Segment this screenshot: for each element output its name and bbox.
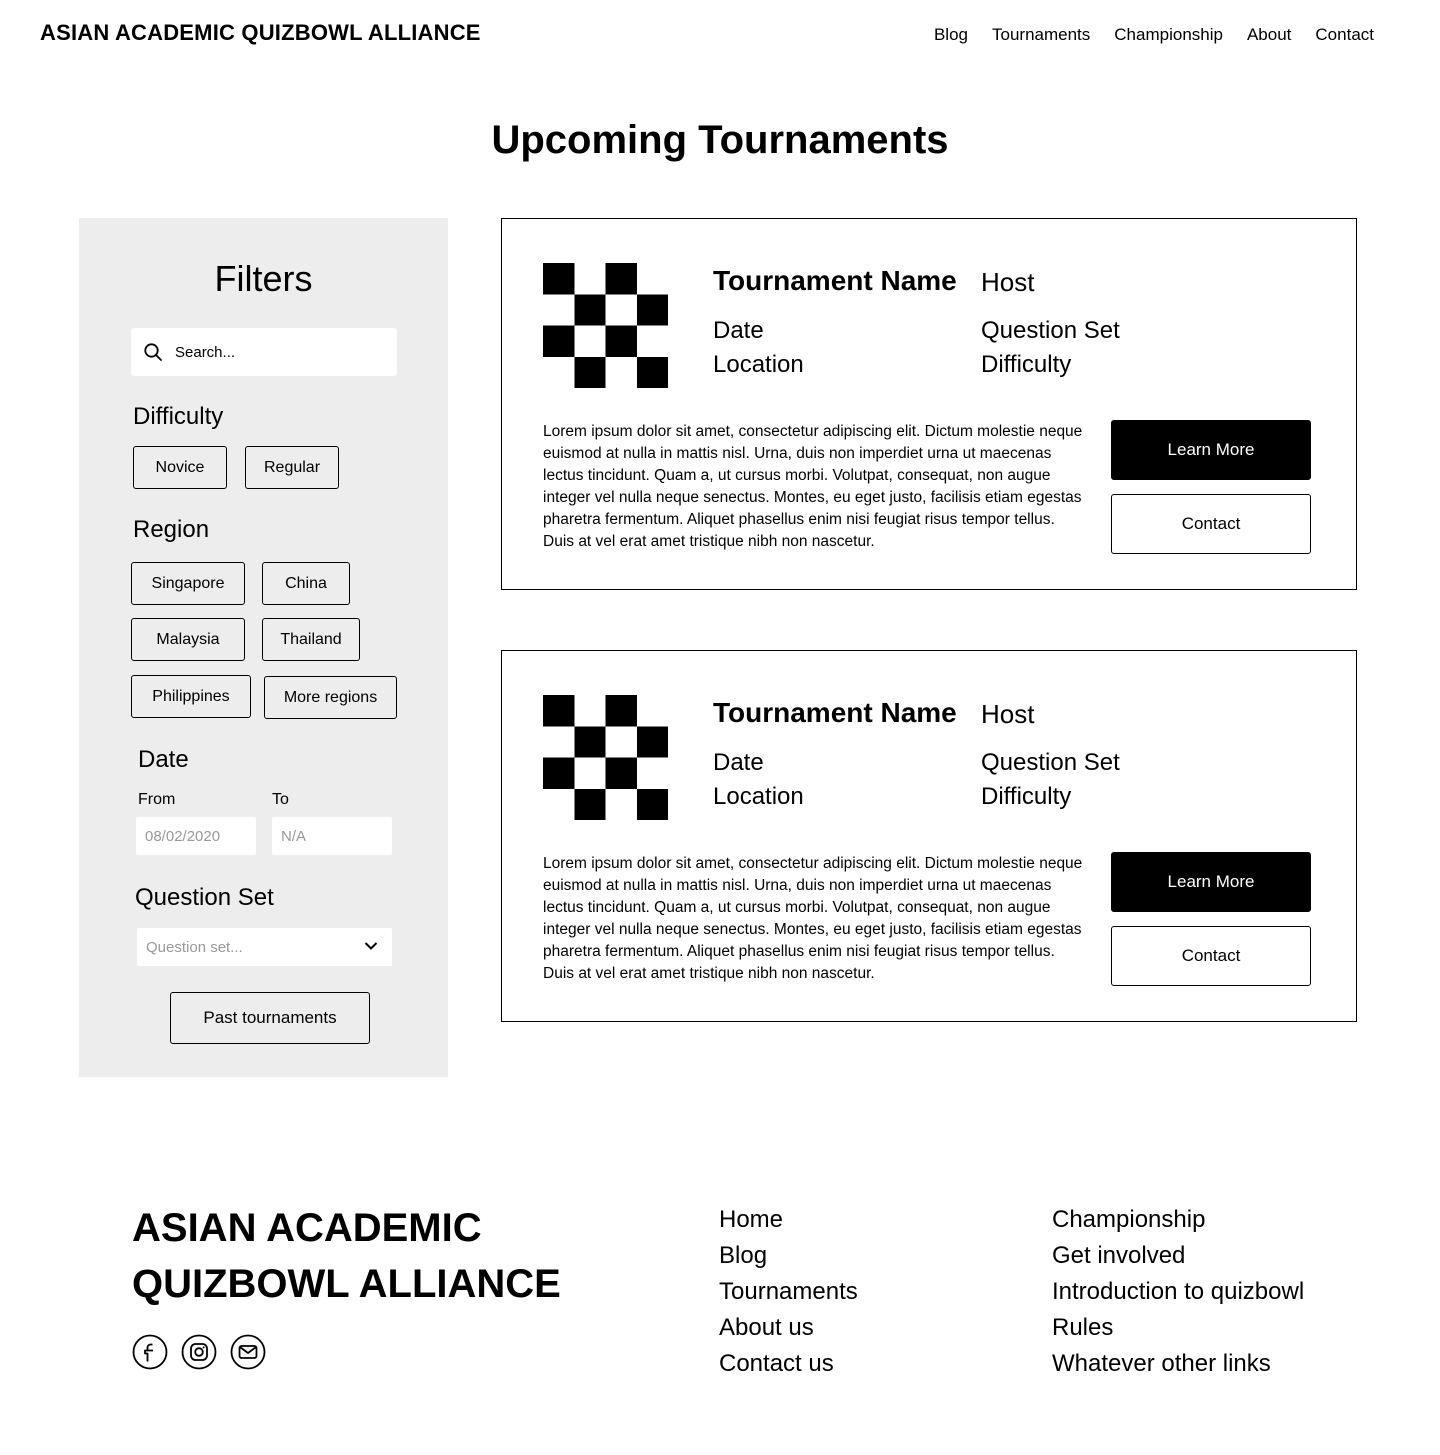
date-label: Date — [138, 746, 189, 773]
tournament-description: Lorem ipsum dolor sit amet, consectetur … — [543, 855, 1083, 982]
top-nav: Blog Tournaments Championship About Cont… — [934, 25, 1374, 45]
social-links — [132, 1334, 266, 1370]
nav-championship[interactable]: Championship — [1114, 25, 1223, 45]
tournament-question-set: Question Set — [981, 749, 1120, 776]
question-set-label: Question Set — [135, 884, 274, 911]
nav-contact[interactable]: Contact — [1315, 25, 1374, 45]
nav-tournaments[interactable]: Tournaments — [992, 25, 1090, 45]
tournament-logo-checker-icon — [543, 263, 668, 388]
facebook-icon[interactable] — [132, 1334, 168, 1370]
footer-link-tournaments[interactable]: Tournaments — [719, 1274, 858, 1310]
date-to-input[interactable] — [272, 817, 392, 855]
instagram-icon[interactable] — [181, 1334, 217, 1370]
tournament-name: Tournament Name — [713, 265, 957, 296]
footer-link-blog[interactable]: Blog — [719, 1238, 858, 1274]
chip-singapore[interactable]: Singapore — [131, 562, 245, 605]
tournament-card: Tournament Name Host Date Location Quest… — [501, 218, 1357, 590]
difficulty-label: Difficulty — [133, 403, 224, 430]
tournament-date: Date — [713, 749, 764, 776]
filters-title: Filters — [214, 258, 313, 299]
nav-blog[interactable]: Blog — [934, 25, 968, 45]
chip-regular[interactable]: Regular — [245, 446, 339, 489]
date-to-label: To — [272, 791, 289, 808]
contact-button[interactable]: Contact — [1111, 494, 1311, 554]
learn-more-button[interactable]: Learn More — [1111, 852, 1311, 912]
footer-link-other[interactable]: Whatever other links — [1052, 1346, 1304, 1382]
question-set-select[interactable]: Question set... — [137, 928, 392, 966]
chevron-down-icon — [364, 942, 378, 950]
search-icon — [144, 343, 162, 361]
tournament-host: Host — [981, 699, 1035, 729]
footer-link-contact[interactable]: Contact us — [719, 1346, 858, 1382]
tournament-question-set: Question Set — [981, 317, 1120, 344]
tournament-card: Tournament Name Host Date Location Quest… — [501, 650, 1357, 1022]
tournament-difficulty: Difficulty — [981, 351, 1072, 378]
chip-philippines[interactable]: Philippines — [131, 675, 251, 718]
footer-link-championship[interactable]: Championship — [1052, 1202, 1304, 1238]
contact-button[interactable]: Contact — [1111, 926, 1311, 986]
footer-links-primary: Home Blog Tournaments About us Contact u… — [719, 1202, 858, 1382]
chip-more-regions[interactable]: More regions — [264, 676, 397, 719]
learn-more-button[interactable]: Learn More — [1111, 420, 1311, 480]
tournament-location: Location — [713, 783, 804, 810]
tournament-host: Host — [981, 267, 1035, 297]
chip-china[interactable]: China — [262, 562, 350, 605]
tournament-date: Date — [713, 317, 764, 344]
footer-link-intro-quizbowl[interactable]: Introduction to quizbowl — [1052, 1274, 1304, 1310]
tournament-location: Location — [713, 351, 804, 378]
date-from-input[interactable] — [136, 817, 256, 855]
search-input[interactable] — [175, 343, 375, 361]
tournament-description: Lorem ipsum dolor sit amet, consectetur … — [543, 423, 1083, 550]
region-label: Region — [133, 516, 210, 543]
footer-title: ASIAN ACADEMIC QUIZBOWL ALLIANCE — [132, 1206, 561, 1306]
nav-about[interactable]: About — [1247, 25, 1291, 45]
date-from-label: From — [138, 791, 176, 808]
page-title: Upcoming Tournaments — [491, 118, 949, 162]
search-box[interactable] — [131, 328, 397, 376]
footer-link-home[interactable]: Home — [719, 1202, 858, 1238]
past-tournaments-button[interactable]: Past tournaments — [170, 992, 370, 1044]
tournament-difficulty: Difficulty — [981, 783, 1072, 810]
chip-malaysia[interactable]: Malaysia — [131, 618, 245, 661]
footer-link-get-involved[interactable]: Get involved — [1052, 1238, 1304, 1274]
chip-thailand[interactable]: Thailand — [262, 618, 360, 661]
tournament-logo-checker-icon — [543, 695, 668, 820]
footer-link-about[interactable]: About us — [719, 1310, 858, 1346]
question-set-placeholder: Question set... — [146, 938, 243, 956]
footer-links-secondary: Championship Get involved Introduction t… — [1052, 1202, 1304, 1382]
footer-link-rules[interactable]: Rules — [1052, 1310, 1304, 1346]
tournament-name: Tournament Name — [713, 697, 957, 728]
site-title[interactable]: ASIAN ACADEMIC QUIZBOWL ALLIANCE — [40, 20, 481, 46]
chip-novice[interactable]: Novice — [133, 446, 227, 489]
filters-panel: Filters Difficulty Novice Regular Region… — [79, 218, 448, 1077]
mail-icon[interactable] — [230, 1334, 266, 1370]
